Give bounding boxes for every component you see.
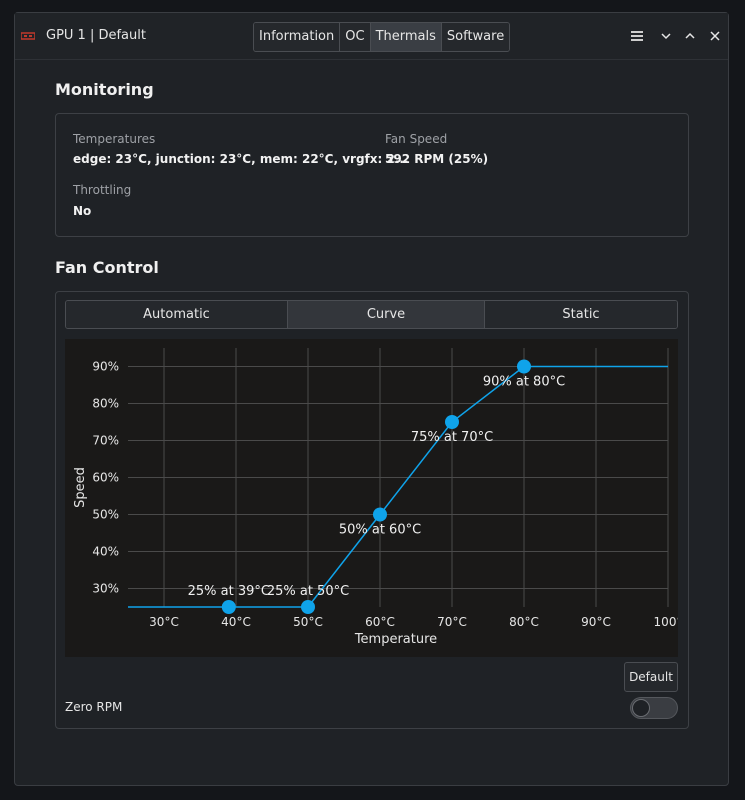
tab-thermals[interactable]: Thermals <box>370 23 442 51</box>
point-label: 90% at 80°C <box>483 375 565 390</box>
fan-mode-selector: Automatic Curve Static <box>65 300 678 329</box>
y-tick-label: 70% <box>92 434 119 448</box>
app-logo-icon <box>21 32 35 40</box>
y-tick-label: 60% <box>92 471 119 485</box>
point-label: 25% at 50°C <box>267 584 349 599</box>
fan-control-heading: Fan Control <box>55 258 159 277</box>
x-tick-label: 30°C <box>149 615 179 629</box>
toggle-knob <box>632 699 650 717</box>
temperatures-label: Temperatures <box>73 132 156 146</box>
main-tabs: Information OC Thermals Software <box>253 22 511 52</box>
chevron-down-icon[interactable] <box>657 27 675 45</box>
x-axis-label: Temperature <box>354 632 437 647</box>
temperatures-value: edge: 23°C, junction: 23°C, mem: 22°C, v… <box>73 152 409 166</box>
default-button[interactable]: Default <box>624 662 678 692</box>
x-tick-label: 100° <box>654 615 678 629</box>
fan-curve-svg[interactable]: 30°C 40°C 50°C 60°C 70°C 80°C 90°C 100° 30% 40% 50… <box>65 339 682 657</box>
close-icon[interactable] <box>706 27 724 45</box>
fan-curve-line <box>128 365 668 608</box>
fan-speed-value: 592 RPM (25%) <box>385 152 489 166</box>
y-tick-label: 80% <box>92 397 119 411</box>
x-tick-label: 90°C <box>581 615 611 629</box>
curve-point[interactable] <box>221 600 236 614</box>
title-bar: GPU 1 | Default Information OC Thermals … <box>15 13 728 60</box>
chevron-up-icon[interactable] <box>681 27 699 45</box>
y-tick-label: 90% <box>92 360 119 374</box>
y-tick-label: 40% <box>92 545 119 559</box>
mode-automatic-button[interactable]: Automatic <box>66 301 288 328</box>
tab-software[interactable]: Software <box>441 23 510 51</box>
x-tick-label: 40°C <box>221 615 251 629</box>
curve-point[interactable] <box>517 359 531 374</box>
point-label: 50% at 60°C <box>339 523 421 538</box>
mode-curve-button[interactable]: Curve <box>288 301 485 328</box>
fan-curve-chart[interactable]: 30°C 40°C 50°C 60°C 70°C 80°C 90°C 100° 30% 40% 50… <box>65 339 682 657</box>
monitoring-panel: Temperatures edge: 23°C, junction: 23°C,… <box>55 113 689 237</box>
curve-point[interactable] <box>373 507 387 522</box>
throttling-label: Throttling <box>73 183 132 197</box>
zero-rpm-label: Zero RPM <box>65 700 123 714</box>
x-tick-label: 50°C <box>293 615 323 629</box>
monitoring-heading: Monitoring <box>55 80 154 99</box>
fan-speed-label: Fan Speed <box>385 132 448 146</box>
window-title: GPU 1 | Default <box>46 28 146 43</box>
zero-rpm-toggle[interactable] <box>630 697 678 719</box>
mode-static-button[interactable]: Static <box>485 301 677 328</box>
throttling-value: No <box>73 204 92 218</box>
y-tick-label: 50% <box>92 508 119 522</box>
tab-information[interactable]: Information <box>254 23 341 51</box>
hamburger-menu-icon[interactable] <box>628 27 646 45</box>
point-label: 25% at 39°C <box>188 584 270 599</box>
point-label: 75% at 70°C <box>411 430 493 445</box>
curve-point[interactable] <box>301 600 315 614</box>
curve-point[interactable] <box>445 415 459 429</box>
x-tick-label: 60°C <box>365 615 395 629</box>
y-tick-label: 30% <box>92 582 119 596</box>
y-axis-label: Speed <box>73 467 88 508</box>
app-window: GPU 1 | Default Information OC Thermals … <box>14 12 729 786</box>
x-tick-label: 70°C <box>437 615 467 629</box>
tab-oc[interactable]: OC <box>340 23 371 51</box>
x-tick-label: 80°C <box>509 615 539 629</box>
